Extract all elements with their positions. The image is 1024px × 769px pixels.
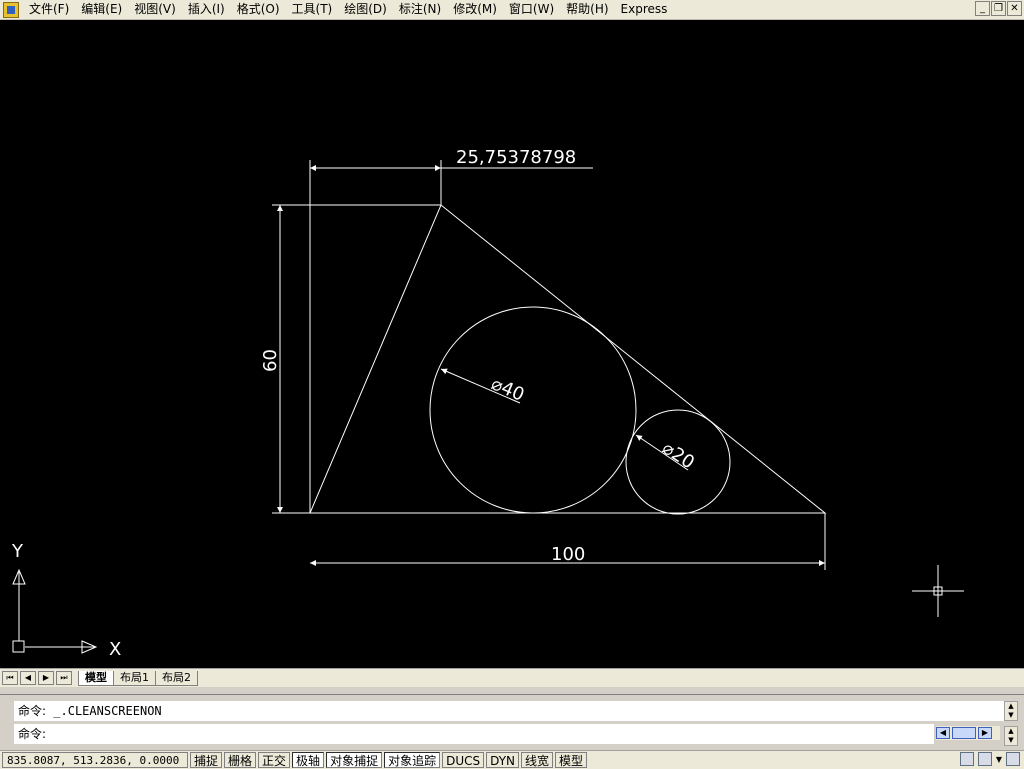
window-controls: _ ❐ ✕ <box>975 1 1022 16</box>
status-bar: 835.8087, 513.2836, 0.0000 捕捉 栅格 正交 极轴 对… <box>0 750 1024 769</box>
tab-model[interactable]: 模型 <box>78 670 114 686</box>
command-hscroll[interactable]: ◀ ▶ <box>936 726 1000 740</box>
ortho-toggle[interactable]: 正交 <box>258 752 291 768</box>
ucs-y-label: Y <box>11 541 24 562</box>
command-scroll-updown-icon[interactable]: ▲ ▼ <box>1004 701 1018 721</box>
menu-draw[interactable]: 绘图(D) <box>338 0 393 19</box>
left-dimension-text: 60 <box>260 349 281 372</box>
drawing-canvas[interactable]: 25,75378798 60 100 ⌀40 ⌀20 Y X <box>0 20 1024 668</box>
minimize-button[interactable]: _ <box>975 1 990 16</box>
tab-layout1[interactable]: 布局1 <box>113 670 156 686</box>
polar-toggle[interactable]: 极轴 <box>292 752 325 768</box>
ucs-origin-box <box>12 640 25 653</box>
menu-modify[interactable]: 修改(M) <box>447 0 503 19</box>
grid-toggle[interactable]: 栅格 <box>224 752 257 768</box>
command-history: 命令: _.CLEANSCREENON <box>14 701 1004 721</box>
clean-screen-icon[interactable] <box>1006 752 1020 766</box>
drawing-svg: 25,75378798 60 100 ⌀40 ⌀20 Y X <box>11 147 964 660</box>
top-dimension-text: 25,75378798 <box>456 147 576 168</box>
osnap-toggle[interactable]: 对象捕捉 <box>326 752 383 768</box>
large-circle-diameter-text: ⌀40 <box>488 373 527 406</box>
menu-tools[interactable]: 工具(T) <box>286 0 339 19</box>
coordinate-readout[interactable]: 835.8087, 513.2836, 0.0000 <box>2 752 188 768</box>
bottom-dimension-text: 100 <box>551 544 585 565</box>
command-history-prefix: 命令: <box>18 704 47 718</box>
dyn-toggle[interactable]: DYN <box>486 752 520 768</box>
last-layout-icon[interactable]: ⏭ <box>56 671 72 685</box>
command-prompt: 命令: <box>18 727 47 741</box>
command-input[interactable]: 命令: <box>14 724 934 744</box>
prev-layout-icon[interactable]: ◀ <box>20 671 36 685</box>
next-layout-icon[interactable]: ▶ <box>38 671 54 685</box>
large-circle[interactable] <box>429 306 637 514</box>
model-space-toggle[interactable]: 模型 <box>555 752 588 768</box>
layout-tab-bar: ⏮ ◀ ▶ ⏭ 模型 布局1 布局2 <box>0 668 1024 687</box>
menu-insert[interactable]: 插入(I) <box>182 0 231 19</box>
menu-file[interactable]: 文件(F) <box>23 0 75 19</box>
lineweight-toggle[interactable]: 线宽 <box>521 752 554 768</box>
restore-button[interactable]: ❐ <box>991 1 1006 16</box>
menu-bar: 文件(F) 编辑(E) 视图(V) 插入(I) 格式(O) 工具(T) 绘图(D… <box>0 0 1024 20</box>
scroll-right-icon[interactable]: ▶ <box>978 727 992 739</box>
command-window: 命令: _.CLEANSCREENON ▲ ▼ 命令: ◀ ▶ ▲ ▼ <box>0 694 1024 747</box>
menu-dimension[interactable]: 标注(N) <box>393 0 447 19</box>
autocad-app-icon[interactable] <box>3 1 19 18</box>
command-history-text: _.CLEANSCREENON <box>53 704 162 718</box>
menu-help[interactable]: 帮助(H) <box>560 0 614 19</box>
snap-toggle[interactable]: 捕捉 <box>190 752 223 768</box>
close-button[interactable]: ✕ <box>1007 1 1022 16</box>
scroll-left-icon[interactable]: ◀ <box>936 727 950 739</box>
toolbar-lock-icon[interactable] <box>977 752 992 766</box>
menu-view[interactable]: 视图(V) <box>128 0 182 19</box>
ucs-x-label: X <box>109 639 121 660</box>
status-menu-arrow-icon[interactable]: ▼ <box>996 755 1002 764</box>
menu-edit[interactable]: 编辑(E) <box>75 0 128 19</box>
status-tray: ▼ <box>959 752 1020 766</box>
menu-express[interactable]: Express <box>615 0 674 19</box>
otrack-toggle[interactable]: 对象追踪 <box>384 752 441 768</box>
triangle-outline[interactable] <box>309 204 827 514</box>
scroll-thumb[interactable] <box>952 727 976 739</box>
first-layout-icon[interactable]: ⏮ <box>2 671 18 685</box>
tab-layout2[interactable]: 布局2 <box>155 670 198 686</box>
ducs-toggle[interactable]: DUCS <box>442 752 485 768</box>
menu-window[interactable]: 窗口(W) <box>503 0 560 19</box>
menu-format[interactable]: 格式(O) <box>231 0 286 19</box>
small-circle-diameter-text: ⌀20 <box>658 438 698 474</box>
communication-center-icon[interactable] <box>959 752 974 766</box>
command-scroll-down-icon[interactable]: ▲ ▼ <box>1004 726 1018 746</box>
